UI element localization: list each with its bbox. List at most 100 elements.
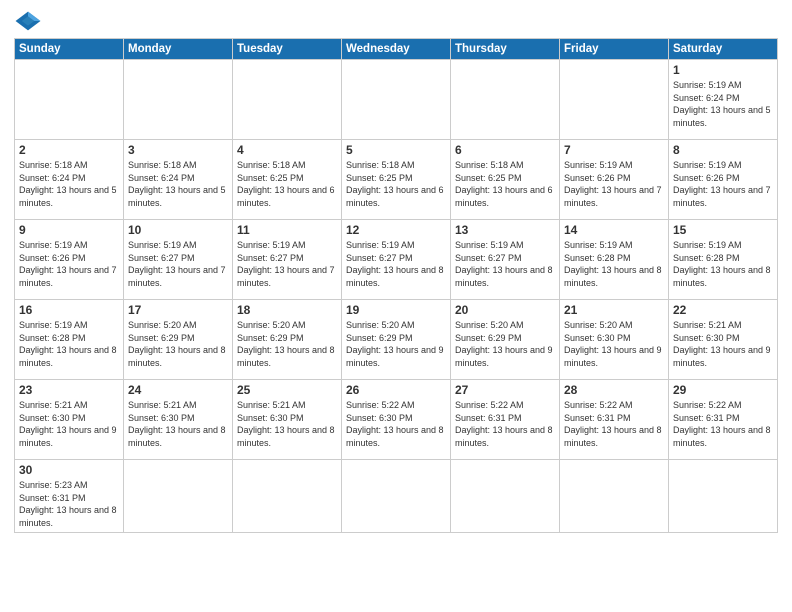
day-number: 12 [346,223,446,237]
calendar-cell: 5 Sunrise: 5:18 AM Sunset: 6:25 PM Daylig… [342,140,451,220]
calendar-cell: 22Sunrise: 5:21 AM Sunset: 6:30 PM Dayli… [669,300,778,380]
day-number: 25 [237,383,337,397]
day-info: Sunrise: 5:22 AM Sunset: 6:30 PM Dayligh… [346,399,446,449]
weekday-thursday: Thursday [451,39,560,60]
calendar-week-1: 2 Sunrise: 5:18 AM Sunset: 6:24 PM Daylig… [15,140,778,220]
day-info: Sunrise: 5:19 AM Sunset: 6:27 PM Dayligh… [455,239,555,289]
calendar-cell: 29Sunrise: 5:22 AM Sunset: 6:31 PM Dayli… [669,380,778,460]
calendar-cell [451,60,560,140]
day-info: Sunrise: 5:19 AM Sunset: 6:26 PM Dayligh… [673,159,773,209]
day-info: Sunrise: 5:21 AM Sunset: 6:30 PM Dayligh… [19,399,119,449]
calendar-cell: 11 Sunrise: 5:19 AM Sunset: 6:27 PM Dayli… [233,220,342,300]
calendar-header: SundayMondayTuesdayWednesdayThursdayFrid… [15,39,778,60]
calendar-week-0: 1Sunrise: 5:19 AM Sunset: 6:24 PM Daylig… [15,60,778,140]
calendar-cell: 4 Sunrise: 5:18 AM Sunset: 6:25 PM Daylig… [233,140,342,220]
calendar-cell [451,460,560,533]
day-number: 30 [19,463,119,477]
day-info: Sunrise: 5:18 AM Sunset: 6:25 PM Dayligh… [346,159,446,209]
calendar-week-5: 30 Sunrise: 5:23 AM Sunset: 6:31 PM Dayli… [15,460,778,533]
day-info: Sunrise: 5:18 AM Sunset: 6:25 PM Dayligh… [237,159,337,209]
calendar-cell: 1Sunrise: 5:19 AM Sunset: 6:24 PM Daylig… [669,60,778,140]
weekday-saturday: Saturday [669,39,778,60]
calendar-cell: 14 Sunrise: 5:19 AM Sunset: 6:28 PM Dayli… [560,220,669,300]
weekday-wednesday: Wednesday [342,39,451,60]
day-number: 6 [455,143,555,157]
weekday-friday: Friday [560,39,669,60]
day-number: 29 [673,383,773,397]
calendar-cell: 2 Sunrise: 5:18 AM Sunset: 6:24 PM Daylig… [15,140,124,220]
calendar-cell [15,60,124,140]
calendar-cell: 26Sunrise: 5:22 AM Sunset: 6:30 PM Dayli… [342,380,451,460]
calendar-cell: 21Sunrise: 5:20 AM Sunset: 6:30 PM Dayli… [560,300,669,380]
calendar-cell: 28Sunrise: 5:22 AM Sunset: 6:31 PM Dayli… [560,380,669,460]
calendar-cell: 25 Sunrise: 5:21 AM Sunset: 6:30 PM Dayli… [233,380,342,460]
calendar-cell [560,60,669,140]
calendar-cell: 24 Sunrise: 5:21 AM Sunset: 6:30 PM Dayli… [124,380,233,460]
day-number: 17 [128,303,228,317]
day-info: Sunrise: 5:22 AM Sunset: 6:31 PM Dayligh… [564,399,664,449]
calendar-week-2: 9 Sunrise: 5:19 AM Sunset: 6:26 PM Daylig… [15,220,778,300]
day-info: Sunrise: 5:19 AM Sunset: 6:28 PM Dayligh… [19,319,119,369]
day-info: Sunrise: 5:19 AM Sunset: 6:27 PM Dayligh… [346,239,446,289]
calendar-cell [124,60,233,140]
day-number: 10 [128,223,228,237]
calendar-week-3: 16 Sunrise: 5:19 AM Sunset: 6:28 PM Dayli… [15,300,778,380]
day-number: 27 [455,383,555,397]
page: SundayMondayTuesdayWednesdayThursdayFrid… [0,0,792,612]
calendar-cell [560,460,669,533]
weekday-monday: Monday [124,39,233,60]
day-number: 5 [346,143,446,157]
day-number: 14 [564,223,664,237]
calendar-cell: 17 Sunrise: 5:20 AM Sunset: 6:29 PM Dayli… [124,300,233,380]
day-info: Sunrise: 5:19 AM Sunset: 6:26 PM Dayligh… [19,239,119,289]
calendar-cell: 30 Sunrise: 5:23 AM Sunset: 6:31 PM Dayli… [15,460,124,533]
day-info: Sunrise: 5:21 AM Sunset: 6:30 PM Dayligh… [673,319,773,369]
day-number: 20 [455,303,555,317]
day-number: 16 [19,303,119,317]
day-info: Sunrise: 5:19 AM Sunset: 6:24 PM Dayligh… [673,79,773,129]
day-info: Sunrise: 5:20 AM Sunset: 6:29 PM Dayligh… [128,319,228,369]
header [14,10,778,32]
day-number: 2 [19,143,119,157]
weekday-header-row: SundayMondayTuesdayWednesdayThursdayFrid… [15,39,778,60]
calendar-cell [342,60,451,140]
calendar-week-4: 23Sunrise: 5:21 AM Sunset: 6:30 PM Dayli… [15,380,778,460]
calendar-cell: 18Sunrise: 5:20 AM Sunset: 6:29 PM Dayli… [233,300,342,380]
calendar-cell: 12 Sunrise: 5:19 AM Sunset: 6:27 PM Dayli… [342,220,451,300]
calendar-cell: 16 Sunrise: 5:19 AM Sunset: 6:28 PM Dayli… [15,300,124,380]
logo-icon [14,10,42,32]
calendar-cell: 7Sunrise: 5:19 AM Sunset: 6:26 PM Daylig… [560,140,669,220]
day-info: Sunrise: 5:19 AM Sunset: 6:27 PM Dayligh… [128,239,228,289]
day-number: 24 [128,383,228,397]
calendar-cell [233,60,342,140]
day-info: Sunrise: 5:18 AM Sunset: 6:24 PM Dayligh… [19,159,119,209]
calendar-cell: 10 Sunrise: 5:19 AM Sunset: 6:27 PM Dayli… [124,220,233,300]
day-info: Sunrise: 5:20 AM Sunset: 6:29 PM Dayligh… [455,319,555,369]
day-info: Sunrise: 5:20 AM Sunset: 6:29 PM Dayligh… [346,319,446,369]
weekday-sunday: Sunday [15,39,124,60]
calendar-table: SundayMondayTuesdayWednesdayThursdayFrid… [14,38,778,533]
calendar-cell [124,460,233,533]
calendar-cell: 19Sunrise: 5:20 AM Sunset: 6:29 PM Dayli… [342,300,451,380]
day-number: 4 [237,143,337,157]
day-number: 11 [237,223,337,237]
day-info: Sunrise: 5:23 AM Sunset: 6:31 PM Dayligh… [19,479,119,529]
calendar-cell: 9 Sunrise: 5:19 AM Sunset: 6:26 PM Daylig… [15,220,124,300]
calendar-cell: 27Sunrise: 5:22 AM Sunset: 6:31 PM Dayli… [451,380,560,460]
calendar-cell: 3Sunrise: 5:18 AM Sunset: 6:24 PM Daylig… [124,140,233,220]
calendar-cell: 23Sunrise: 5:21 AM Sunset: 6:30 PM Dayli… [15,380,124,460]
weekday-tuesday: Tuesday [233,39,342,60]
calendar-cell: 6Sunrise: 5:18 AM Sunset: 6:25 PM Daylig… [451,140,560,220]
logo [14,10,46,32]
day-info: Sunrise: 5:21 AM Sunset: 6:30 PM Dayligh… [237,399,337,449]
day-info: Sunrise: 5:20 AM Sunset: 6:30 PM Dayligh… [564,319,664,369]
calendar-cell: 15Sunrise: 5:19 AM Sunset: 6:28 PM Dayli… [669,220,778,300]
day-number: 9 [19,223,119,237]
day-info: Sunrise: 5:19 AM Sunset: 6:28 PM Dayligh… [564,239,664,289]
day-info: Sunrise: 5:21 AM Sunset: 6:30 PM Dayligh… [128,399,228,449]
calendar-cell [342,460,451,533]
day-info: Sunrise: 5:18 AM Sunset: 6:24 PM Dayligh… [128,159,228,209]
day-number: 7 [564,143,664,157]
day-info: Sunrise: 5:19 AM Sunset: 6:27 PM Dayligh… [237,239,337,289]
calendar-cell: 13Sunrise: 5:19 AM Sunset: 6:27 PM Dayli… [451,220,560,300]
